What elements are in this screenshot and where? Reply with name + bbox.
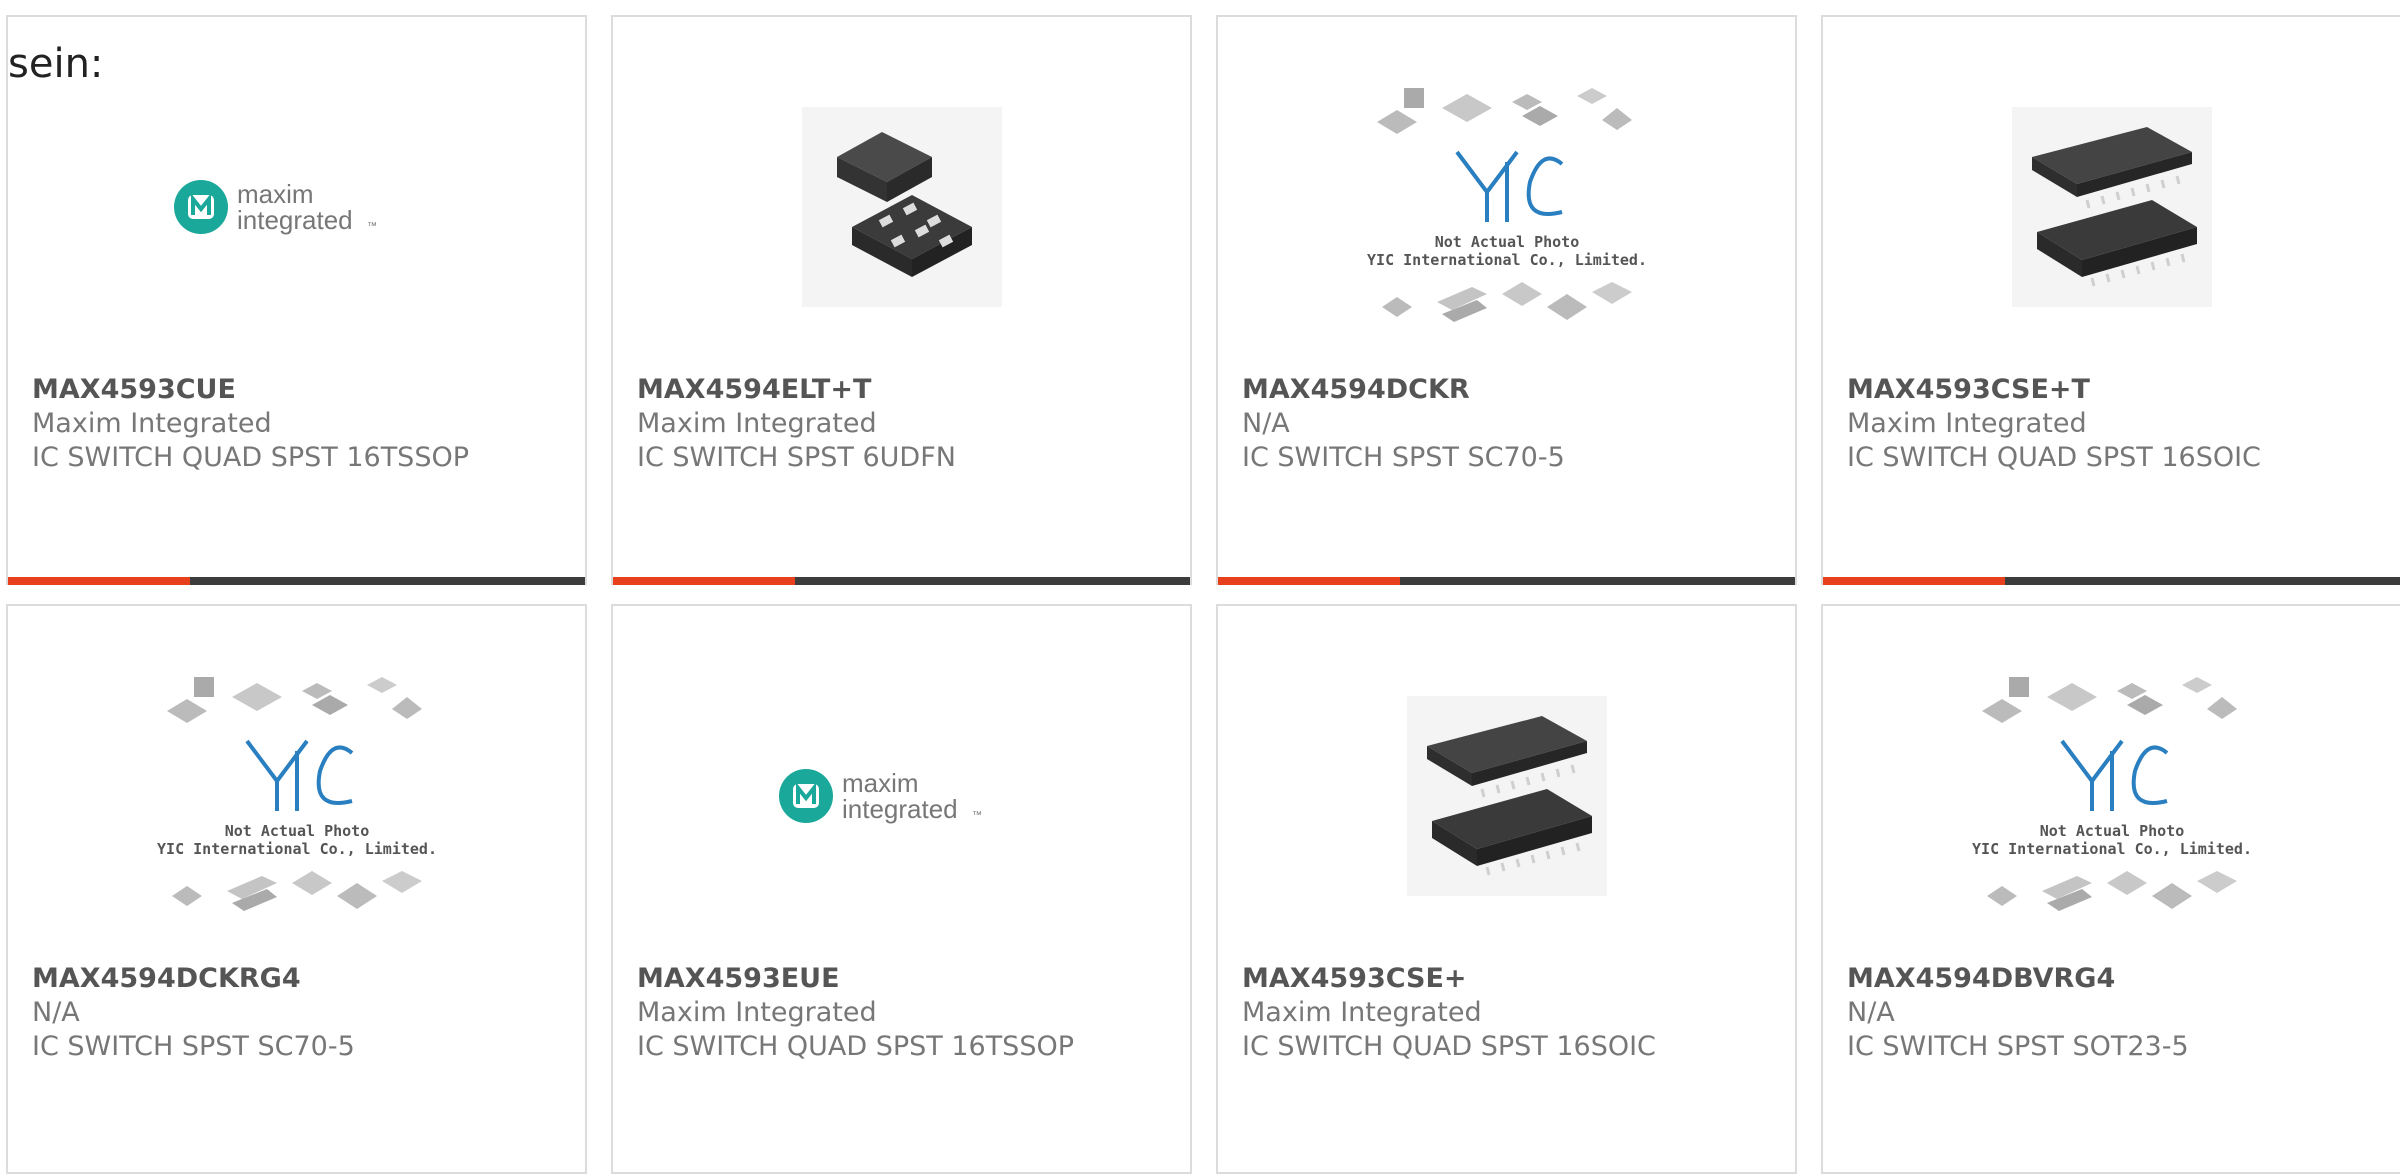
product-image[interactable]: Not Actual Photo YIC International Co., … [8, 666, 585, 926]
part-number-link[interactable]: MAX4594DBVRG4 [1847, 962, 2189, 996]
soic-chip-icon [2031, 127, 2197, 287]
part-number-link[interactable]: MAX4593CUE [32, 373, 469, 407]
maxim-logo-icon: maxim integrated ™ [778, 768, 982, 824]
part-number-link[interactable]: MAX4593CSE+T [1847, 373, 2261, 407]
trademark-mark: ™ [367, 221, 377, 232]
card-bar [8, 577, 585, 585]
part-number-link[interactable]: MAX4594DCKR [1242, 373, 1565, 407]
maxim-logo-icon: maxim integrated ™ [173, 179, 377, 235]
product-card[interactable]: Not Actual Photo YIC International Co., … [1216, 15, 1797, 585]
yic-placeholder-icon: Not Actual Photo YIC International Co., … [157, 677, 437, 911]
yic-placeholder-icon: Not Actual Photo YIC International Co., … [1367, 88, 1647, 322]
manufacturer: Maxim Integrated [32, 408, 272, 439]
yic-caption: Not Actual Photo [224, 822, 369, 840]
description: IC SWITCH QUAD SPST 16TSSOP [637, 1031, 1074, 1062]
yic-placeholder-icon: Not Actual Photo YIC International Co., … [1972, 677, 2252, 911]
description: IC SWITCH QUAD SPST 16SOIC [1242, 1031, 1656, 1062]
yic-caption: YIC International Co., Limited. [1972, 840, 2252, 858]
card-bar-accent [8, 577, 190, 585]
card-bar-accent [1823, 577, 2005, 585]
maxim-logo-text: integrated [237, 205, 353, 235]
product-card[interactable]: Not Actual Photo YIC International Co., … [1821, 604, 2400, 1174]
card-bar [613, 577, 1190, 585]
yic-caption: Not Actual Photo [2039, 822, 2184, 840]
description: IC SWITCH SPST SC70-5 [32, 1031, 355, 1062]
trademark-mark: ™ [972, 810, 982, 821]
section-heading: sein: [8, 41, 104, 87]
product-card[interactable]: MAX4593CSE+ Maxim Integrated IC SWITCH Q… [1216, 604, 1797, 1174]
description: IC SWITCH QUAD SPST 16TSSOP [32, 442, 469, 473]
description: IC SWITCH SPST SC70-5 [1242, 442, 1565, 473]
part-number-link[interactable]: MAX4593CSE+ [1242, 962, 1656, 996]
description: IC SWITCH QUAD SPST 16SOIC [1847, 442, 2261, 473]
product-image[interactable] [1218, 666, 1795, 926]
manufacturer: Maxim Integrated [637, 997, 877, 1028]
card-bar-accent [613, 577, 795, 585]
card-bar [1823, 577, 2400, 585]
part-number-link[interactable]: MAX4594DCKRG4 [32, 962, 355, 996]
manufacturer: Maxim Integrated [1242, 997, 1482, 1028]
yic-caption: Not Actual Photo [1434, 233, 1579, 251]
product-image[interactable]: Not Actual Photo YIC International Co., … [1218, 77, 1795, 337]
product-image[interactable]: maxim integrated ™ [8, 77, 585, 337]
product-card[interactable]: maxim integrated ™ MAX4593EUE Maxim Inte… [611, 604, 1192, 1174]
manufacturer: Maxim Integrated [637, 408, 877, 439]
product-card[interactable]: MAX4593CSE+T Maxim Integrated IC SWITCH … [1821, 15, 2400, 585]
manufacturer: Maxim Integrated [1847, 408, 2087, 439]
card-bar-accent [1218, 577, 1400, 585]
maxim-logo-text: integrated [842, 794, 958, 824]
part-number-link[interactable]: MAX4593EUE [637, 962, 1074, 996]
product-card[interactable]: Not Actual Photo YIC International Co., … [6, 604, 587, 1174]
product-image[interactable] [1823, 77, 2400, 337]
description: IC SWITCH SPST 6UDFN [637, 442, 956, 473]
card-bar [1218, 577, 1795, 585]
description: IC SWITCH SPST SOT23-5 [1847, 1031, 2189, 1062]
manufacturer: N/A [1847, 997, 1895, 1028]
product-image[interactable] [613, 77, 1190, 337]
manufacturer: N/A [1242, 408, 1290, 439]
product-card[interactable]: MAX4594ELT+T Maxim Integrated IC SWITCH … [611, 15, 1192, 585]
udfn-chip-icon [836, 132, 972, 277]
manufacturer: N/A [32, 997, 80, 1028]
soic-chip-icon [1426, 716, 1592, 876]
product-image[interactable]: maxim integrated ™ [613, 666, 1190, 926]
yic-caption: YIC International Co., Limited. [157, 840, 437, 858]
yic-caption: YIC International Co., Limited. [1367, 251, 1647, 269]
product-image[interactable]: Not Actual Photo YIC International Co., … [1823, 666, 2400, 926]
product-card[interactable]: maxim integrated ™ MAX4593CUE Maxim Inte… [6, 15, 587, 585]
part-number-link[interactable]: MAX4594ELT+T [637, 373, 956, 407]
